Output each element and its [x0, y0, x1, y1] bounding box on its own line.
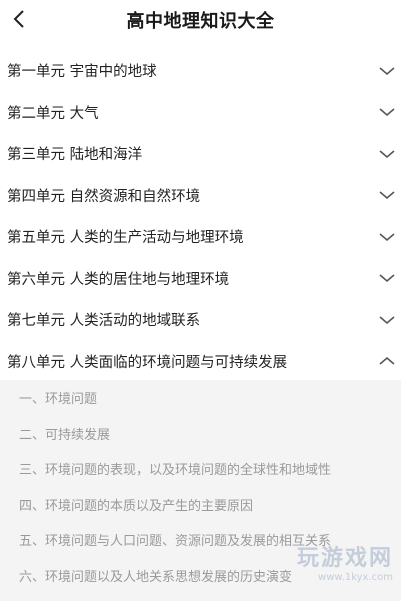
unit-row-7[interactable]: 第七单元 人类活动的地域联系: [0, 299, 401, 341]
unit-row-4[interactable]: 第四单元 自然资源和自然环境: [0, 175, 401, 217]
sub-item-1[interactable]: 一、环境问题: [0, 380, 401, 416]
sub-item-5[interactable]: 五、环境问题与人口问题、资源问题及发展的相互关系: [0, 522, 401, 558]
page-title: 高中地理知识大全: [126, 11, 275, 32]
unit-label: 第三单元 陆地和海洋: [7, 147, 143, 164]
unit-label: 第六单元 人类的居住地与地理环境: [7, 271, 230, 288]
unit-label: 第八单元 人类面临的环境问题与可持续发展: [7, 354, 288, 371]
sub-item-label: 六、环境问题以及人地关系思想发展的历史演变: [19, 569, 293, 585]
sub-item-label: 四、环境问题的本质以及产生的主要原因: [19, 498, 254, 514]
chevron-down-icon: [379, 108, 395, 117]
unit-row-1[interactable]: 第一单元 宇宙中的地球: [0, 50, 401, 92]
chevron-down-icon: [379, 233, 395, 241]
sub-item-3[interactable]: 三、环境问题的表现，以及环境问题的全球性和地域性: [0, 451, 401, 487]
sub-item-label: 五、环境问题与人口问题、资源问题及发展的相互关系: [19, 534, 332, 550]
back-arrow-icon: [13, 10, 24, 28]
sub-item-2[interactable]: 二、可持续发展: [0, 416, 401, 452]
chevron-down-icon: [379, 191, 395, 200]
unit-label: 第七单元 人类活动的地域联系: [7, 313, 201, 330]
unit-label: 第五单元 人类的生产活动与地理环境: [7, 230, 244, 247]
chevron-up-icon: [379, 357, 395, 365]
chevron-down-icon: [379, 316, 395, 324]
chevron-down-icon: [379, 274, 395, 283]
chevron-down-icon: [379, 67, 395, 75]
unit-label: 第二单元 大气: [7, 105, 99, 122]
chevron-down-icon: [379, 150, 395, 158]
top-nav-bar: 高中地理知识大全: [0, 0, 401, 40]
back-button[interactable]: [2, 3, 36, 35]
unit-row-2[interactable]: 第二单元 大气: [0, 92, 401, 134]
unit-row-5[interactable]: 第五单元 人类的生产活动与地理环境: [0, 216, 401, 258]
unit-row-3[interactable]: 第三单元 陆地和海洋: [0, 133, 401, 175]
app-screen: 高中地理知识大全 第一单元 宇宙中的地球 第二单元 大气 第三单元 陆地和海洋 …: [0, 0, 401, 601]
unit-row-6[interactable]: 第六单元 人类的居住地与地理环境: [0, 258, 401, 300]
sub-item-label: 三、环境问题的表现，以及环境问题的全球性和地域性: [19, 463, 332, 479]
sub-item-label: 一、环境问题: [19, 392, 98, 408]
unit-accordion-list: 第一单元 宇宙中的地球 第二单元 大气 第三单元 陆地和海洋 第四单元 自然资源…: [0, 50, 401, 382]
sub-item-4[interactable]: 四、环境问题的本质以及产生的主要原因: [0, 487, 401, 523]
unit-label: 第一单元 宇宙中的地球: [7, 64, 157, 81]
unit-label: 第四单元 自然资源和自然环境: [7, 188, 201, 205]
unit-8-sub-list: 一、环境问题 二、可持续发展 三、环境问题的表现，以及环境问题的全球性和地域性 …: [0, 380, 401, 601]
sub-item-6[interactable]: 六、环境问题以及人地关系思想发展的历史演变: [0, 558, 401, 594]
unit-row-8[interactable]: 第八单元 人类面临的环境问题与可持续发展: [0, 341, 401, 383]
sub-item-label: 二、可持续发展: [19, 427, 111, 443]
